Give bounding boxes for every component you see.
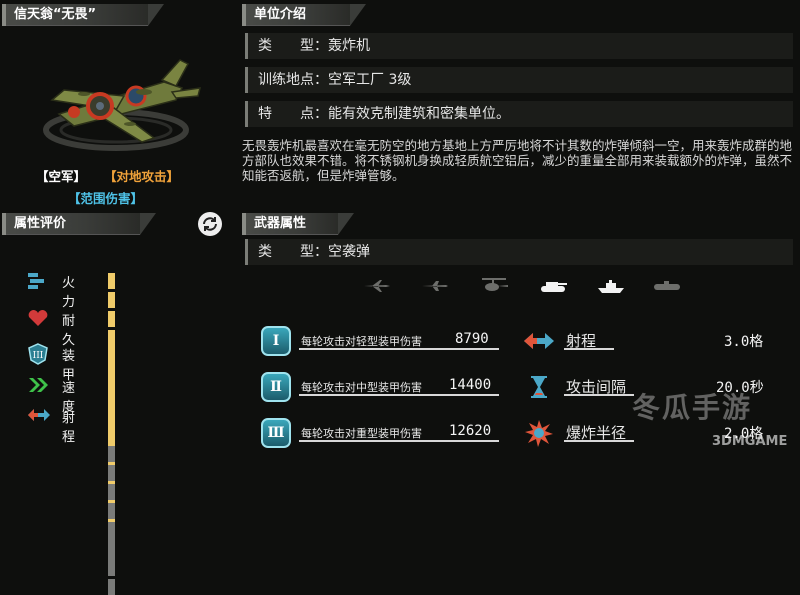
damage-label-heavy: 每轮攻击对重型装甲伤害	[301, 427, 422, 440]
stat-segment	[108, 407, 115, 424]
stat-segment	[108, 310, 115, 327]
hourglass-icon	[531, 376, 547, 398]
stat-segment	[108, 540, 115, 557]
speed-icon	[29, 378, 48, 392]
watermark-logo: 冬瓜手游	[632, 391, 753, 424]
damage-value-medium: 14400	[449, 377, 492, 393]
weapon-type-value: 空袭弹	[328, 244, 370, 260]
firepower-icon	[28, 273, 44, 289]
stat-segment	[108, 521, 115, 538]
stat-bar-range	[108, 405, 118, 595]
intro-feature-row: 特 点：能有效克制建筑和密集单位。	[245, 101, 793, 127]
damage-value-light: 8790	[455, 331, 489, 347]
damage-label-light: 每轮攻击对轻型装甲伤害	[301, 335, 422, 348]
weapon-header: 武器属性	[242, 213, 354, 235]
intro-type-row: 类 型：轰炸机	[245, 33, 793, 59]
stat-segment	[108, 578, 115, 595]
range-icon	[28, 409, 50, 421]
intro-train-value: 空军工厂 3级	[328, 72, 412, 88]
stat-segment	[108, 426, 115, 443]
unit-name-header: 信天翁“无畏”	[2, 4, 164, 26]
stat-label-range: 射程	[62, 411, 76, 445]
refresh-icon[interactable]	[198, 212, 222, 236]
stat-segment	[108, 559, 115, 576]
stat-segment	[108, 345, 115, 362]
submarine-icon	[654, 281, 680, 290]
armor-icon: III	[28, 343, 48, 365]
unit-description: 无畏轰炸机最喜欢在毫无防空的地方基地上方严厉地将不计其数的炸弹倾斜一空，用来轰炸…	[242, 138, 793, 183]
stat-segment	[108, 464, 115, 481]
unit-image	[4, 30, 232, 158]
damage-row-heavy: Ⅲ 每轮攻击对重型装甲伤害 12620	[243, 418, 509, 448]
tag-air-force: 【空军】	[36, 169, 87, 184]
jet-icon	[364, 280, 390, 292]
heart-icon	[28, 310, 48, 326]
svg-text:III: III	[33, 351, 44, 361]
prop-value-range: 3.0格	[724, 334, 764, 350]
intro-header: 单位介绍	[242, 4, 366, 26]
ship-icon	[598, 280, 624, 293]
intro-feature-label: 特 点：	[258, 106, 328, 122]
weapon-type-row: 类 型：空袭弹	[245, 239, 793, 265]
light-armor-icon: Ⅰ	[261, 326, 291, 356]
unit-name: 信天翁“无畏”	[14, 7, 97, 22]
intro-train-label: 训练地点：	[258, 72, 328, 88]
damage-label-medium: 每轮攻击对中型装甲伤害	[301, 381, 422, 394]
damage-value-heavy: 12620	[449, 423, 492, 439]
damage-row-light: Ⅰ 每轮攻击对轻型装甲伤害 8790	[243, 326, 509, 356]
stat-segment	[108, 502, 115, 519]
tag-ground-attack: 【对地攻击】	[104, 169, 180, 184]
target-icons	[362, 276, 682, 296]
stat-segment	[108, 272, 115, 289]
intro-type-label: 类 型：	[258, 38, 328, 54]
stat-segment	[108, 377, 115, 394]
stat-label-durability: 耐久	[62, 314, 76, 348]
weapon-type-label: 类 型：	[258, 244, 328, 260]
tank-icon	[541, 282, 567, 292]
stat-label-firepower: 火力	[62, 276, 76, 310]
plane-icon	[422, 281, 448, 291]
explosion-icon	[525, 420, 553, 447]
stat-segment	[108, 291, 115, 308]
intro-feature-value: 能有效克制建筑和密集单位。	[328, 106, 510, 122]
watermark-site: 3DMGAME	[712, 434, 788, 449]
range-arrow-icon	[524, 333, 554, 349]
prop-row-range: 射程 3.0格	[520, 326, 790, 356]
helicopter-icon	[482, 278, 508, 291]
stat-segment	[108, 445, 115, 462]
medium-armor-icon: Ⅱ	[261, 372, 291, 402]
heavy-armor-icon: Ⅲ	[261, 418, 291, 448]
damage-row-medium: Ⅱ 每轮攻击对中型装甲伤害 14400	[243, 372, 509, 402]
ratings-header: 属性评价	[2, 213, 156, 235]
intro-train-row: 训练地点：空军工厂 3级	[245, 67, 793, 93]
tag-area-damage: 【范围伤害】	[68, 191, 144, 206]
stat-segment	[108, 483, 115, 500]
intro-type-value: 轰炸机	[328, 38, 370, 54]
